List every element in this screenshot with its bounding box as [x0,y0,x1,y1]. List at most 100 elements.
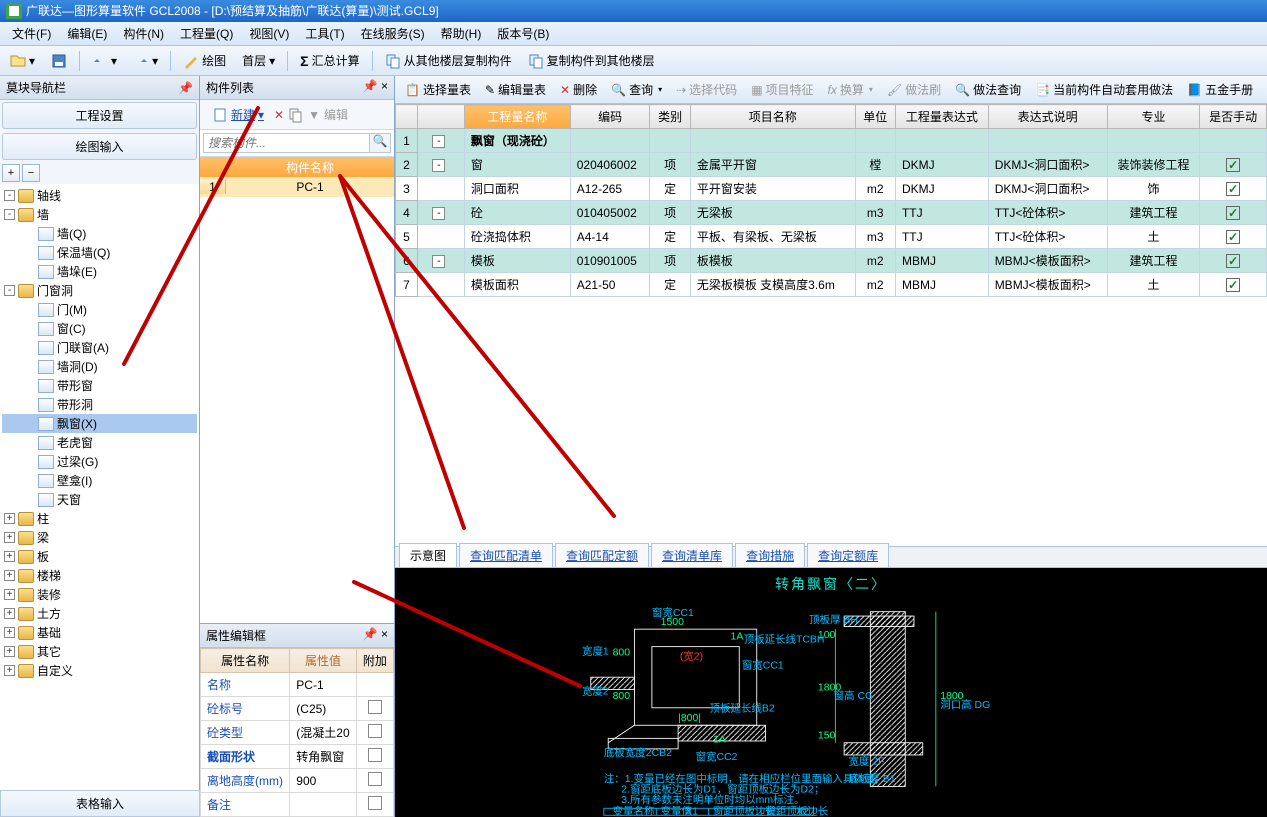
tree-node[interactable]: +板 [2,547,197,566]
tree-node[interactable]: 飘窗(X) [2,414,197,433]
convert-button[interactable]: fx 换算▾ [822,78,879,101]
svg-text:1A: 1A [731,632,744,643]
menu-component[interactable]: 构件(N) [115,25,172,42]
draw-button[interactable]: 绘图 [177,49,232,72]
edit-qty-button[interactable]: ✎ 编辑量表 [479,78,552,101]
tree-node[interactable]: 门(M) [2,300,197,319]
do-format-button[interactable]: 🖌 做法刷 [881,78,947,101]
search-button[interactable]: 🔍 [370,133,391,153]
copy-from-button[interactable]: 从其他楼层复制构件 [379,49,518,72]
tree-node[interactable]: 天窗 [2,490,197,509]
pin-icon[interactable]: 📌 [178,81,193,95]
menu-bar: 文件(F) 编辑(E) 构件(N) 工程量(Q) 视图(V) 工具(T) 在线服… [0,22,1267,46]
tab-query-quotadb[interactable]: 查询定额库 [807,543,889,567]
query-button[interactable]: 🔍 查询▾ [605,78,668,101]
svg-text:顶板延长线B2: 顶板延长线B2 [710,701,775,714]
menu-version[interactable]: 版本号(B) [489,25,557,42]
svg-text:2.窗距底板边长为D1，窗距顶板边长为D2；: 2.窗距底板边长为D1，窗距顶板边长为D2； [621,783,824,796]
svg-text:宽度1: 宽度1 [582,644,609,657]
delete-button[interactable]: ✕ 删除 [554,78,603,101]
menu-tools[interactable]: 工具(T) [297,25,352,42]
tree-node[interactable]: 壁龛(I) [2,471,197,490]
delete-icon[interactable]: ✕ [274,108,284,122]
diagram-tabs: 示意图 查询匹配清单 查询匹配定额 查询清单库 查询措施 查询定额库 [395,546,1267,568]
copy-to-button[interactable]: 复制构件到其他楼层 [522,49,661,72]
tree-node[interactable]: +土方 [2,604,197,623]
hardware-button[interactable]: 📘 五金手册 [1181,78,1259,101]
svg-text:X2: X2 [796,806,809,817]
component-list-title: 构件列表 [206,79,254,96]
tree-node[interactable]: +楼梯 [2,566,197,585]
tab-draw-input[interactable]: 绘图输入 [2,133,197,160]
sort-icon[interactable]: ▼ [308,108,320,122]
tree-node[interactable]: 过梁(G) [2,452,197,471]
query-format-button[interactable]: 🔍 做法查询 [949,78,1027,101]
menu-edit[interactable]: 编辑(E) [59,25,115,42]
tree-node[interactable]: 墙(Q) [2,224,197,243]
tree-node[interactable]: 门联窗(A) [2,338,197,357]
undo-button[interactable]: ▾ [86,50,123,72]
menu-online[interactable]: 在线服务(S) [353,25,433,42]
close-icon[interactable]: 📌 × [363,79,388,96]
floor-select[interactable]: 首层 ▾ [236,49,281,72]
main-content: 📋 选择量表 ✎ 编辑量表 ✕ 删除 🔍 查询▾ ⇢ 选择代码 ▦ 项目特征 f… [395,76,1267,817]
menu-file[interactable]: 文件(F) [4,25,59,42]
select-code-button[interactable]: ⇢ 选择代码 [670,78,743,101]
auto-apply-button[interactable]: 📑 当前构件自动套用做法 [1029,78,1179,101]
svg-text:3.所有参数未注明单位时均以mm标注。: 3.所有参数未注明单位时均以mm标注。 [621,793,804,806]
copy-icon[interactable] [288,107,304,123]
tree-node[interactable]: 带形洞 [2,395,197,414]
tree-node[interactable]: -墙 [2,205,197,224]
tree-node[interactable]: -轴线 [2,186,197,205]
menu-help[interactable]: 帮助(H) [433,25,490,42]
menu-quantity[interactable]: 工程量(Q) [172,25,241,42]
tree-node[interactable]: 带形窗 [2,376,197,395]
tree-node[interactable]: +基础 [2,623,197,642]
tree-node[interactable]: +柱 [2,509,197,528]
svg-text:窗宽CC1: 窗宽CC1 [742,658,784,671]
tab-query-list[interactable]: 查询匹配清单 [459,543,553,567]
component-tree[interactable]: -轴线-墙墙(Q)保温墙(Q)墙垛(E)-门窗洞门(M)窗(C)门联窗(A)墙洞… [0,184,199,817]
svg-text:注：1.变量已经在图中标明，请在相应栏位里面输入具体值；: 注：1.变量已经在图中标明，请在相应栏位里面输入具体值； [604,772,885,785]
svg-text:宽度2: 宽度2 [582,685,609,698]
new-button[interactable]: 新建 ▾ [206,103,270,126]
tree-node[interactable]: +装修 [2,585,197,604]
menu-view[interactable]: 视图(V) [241,25,297,42]
tree-node[interactable]: 窗(C) [2,319,197,338]
search-input[interactable] [203,133,370,153]
property-table[interactable]: 属性名称属性值附加 名称PC-1砼标号(C25)砼类型(混凝土20截面形状转角飘… [200,648,394,817]
component-list-header: 构件名称 [200,157,394,177]
tab-query-quota[interactable]: 查询匹配定额 [555,543,649,567]
sum-button[interactable]: Σ 汇总计算 [294,49,365,72]
tree-node[interactable]: +其它 [2,642,197,661]
tree-node[interactable]: 老虎窗 [2,433,197,452]
svg-text:宽度 2F: 宽度 2F [848,755,884,768]
pin-icon[interactable]: 📌 × [363,627,388,644]
tab-diagram[interactable]: 示意图 [399,543,457,567]
diagram-canvas[interactable]: 转角飘窗〈二〉 800800 15001A |800|1A [395,568,1267,817]
svg-text:800: 800 [613,691,631,702]
tree-node[interactable]: -门窗洞 [2,281,197,300]
collapse-all-button[interactable]: − [22,164,40,182]
nav-panel: 莫块导航栏 📌 工程设置 绘图输入 + − -轴线-墙墙(Q)保温墙(Q)墙垛(E… [0,76,200,817]
component-row[interactable]: 1 PC-1 [200,177,394,197]
tab-query-measure[interactable]: 查询措施 [735,543,805,567]
proj-feature-button[interactable]: ▦ 项目特征 [745,78,819,101]
open-button[interactable]: ▾ [4,50,41,72]
svg-text:150: 150 [818,730,836,741]
select-qty-button[interactable]: 📋 选择量表 [399,78,477,101]
tree-node[interactable]: +梁 [2,528,197,547]
expand-all-button[interactable]: + [2,164,20,182]
tree-node[interactable]: +自定义 [2,661,197,680]
tree-node[interactable]: 墙垛(E) [2,262,197,281]
redo-button[interactable]: ▾ [127,50,164,72]
tree-node[interactable]: 墙洞(D) [2,357,197,376]
nav-panel-title: 莫块导航栏 [6,79,66,96]
tab-query-listdb[interactable]: 查询清单库 [651,543,733,567]
tab-table-input[interactable]: 表格输入 [0,790,200,817]
tree-node[interactable]: 保温墙(Q) [2,243,197,262]
tab-project-settings[interactable]: 工程设置 [2,102,197,129]
save-button[interactable] [45,50,73,72]
quantity-grid[interactable]: 工程量名称编码类别项目名称单位工程量表达式表达式说明专业是否手动 1 - 飘窗（… [395,104,1267,297]
edit-button[interactable]: 编辑 [324,106,348,123]
